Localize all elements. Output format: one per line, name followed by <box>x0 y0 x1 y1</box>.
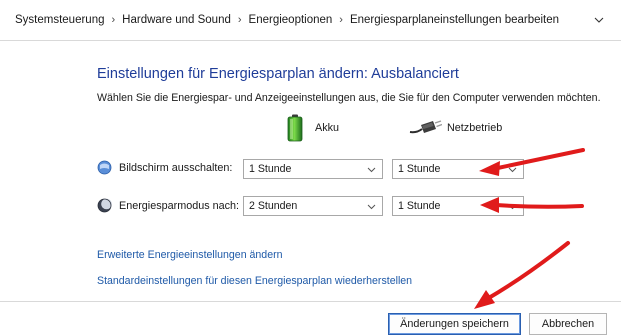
power-plug-icon <box>409 120 442 134</box>
breadcrumb-energieoptionen[interactable]: Energieoptionen <box>249 14 333 26</box>
breadcrumb-hardware-und-sound[interactable]: Hardware und Sound <box>122 14 231 26</box>
breadcrumb-systemsteuerung[interactable]: Systemsteuerung <box>15 14 105 26</box>
display-off-plugged-select[interactable]: 1 Stunde <box>392 159 524 179</box>
breadcrumb-separator: › <box>237 14 242 26</box>
page-subtitle: Wählen Sie die Energiespar- und Anzeigee… <box>97 92 601 104</box>
column-header-plugged: Netzbetrieb <box>408 120 502 136</box>
display-off-label: Bildschirm ausschalten: <box>119 161 233 174</box>
chevron-down-icon[interactable] <box>593 14 605 26</box>
chevron-down-icon <box>367 167 376 173</box>
breadcrumb-separator: › <box>111 14 116 26</box>
display-off-battery-value: 1 Stunde <box>249 163 292 175</box>
sleep-battery-value: 2 Stunden <box>249 200 298 212</box>
display-off-battery-select[interactable]: 1 Stunde <box>243 159 383 179</box>
page-title: Einstellungen für Energiesparplan ändern… <box>97 66 459 82</box>
monitor-icon <box>97 160 112 175</box>
header-divider <box>0 40 621 41</box>
sleep-moon-icon <box>97 198 112 213</box>
column-label-netzbetrieb: Netzbetrieb <box>447 122 503 134</box>
battery-icon <box>287 114 303 142</box>
footer-divider <box>0 301 621 302</box>
row-label-sleep: Energiesparmodus nach: <box>97 198 239 213</box>
cancel-button[interactable]: Abbrechen <box>529 313 607 335</box>
chevron-down-icon <box>508 167 517 173</box>
chevron-down-icon <box>508 204 517 210</box>
sleep-plugged-value: 1 Stunde <box>398 200 441 212</box>
breadcrumb-current-page[interactable]: Energiesparplaneinstellungen bearbeiten <box>350 14 559 26</box>
display-off-plugged-value: 1 Stunde <box>398 163 441 175</box>
restore-defaults-link[interactable]: Standardeinstellungen für diesen Energie… <box>97 275 412 287</box>
breadcrumb: Systemsteuerung › Hardware und Sound › E… <box>0 0 621 40</box>
row-label-display-off: Bildschirm ausschalten: <box>97 160 232 175</box>
sleep-battery-select[interactable]: 2 Stunden <box>243 196 383 216</box>
advanced-settings-link[interactable]: Erweiterte Energieeinstellungen ändern <box>97 249 283 261</box>
breadcrumb-separator: › <box>339 14 343 26</box>
save-changes-button[interactable]: Änderungen speichern <box>388 313 521 335</box>
annotation-arrow-save <box>474 241 570 309</box>
sleep-label: Energiesparmodus nach: <box>119 199 240 212</box>
column-label-akku: Akku <box>315 122 340 134</box>
sleep-plugged-select[interactable]: 1 Stunde <box>392 196 524 216</box>
chevron-down-icon <box>367 204 376 210</box>
column-header-battery: Akku <box>287 114 339 142</box>
